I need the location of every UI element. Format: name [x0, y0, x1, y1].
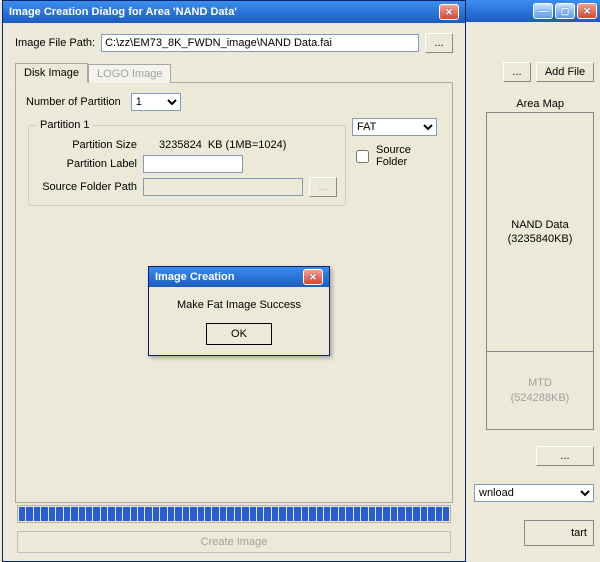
- partition-size-unit: KB (1MB=1024): [208, 139, 287, 151]
- tabs: Disk Image LOGO Image: [15, 63, 453, 83]
- area-map-label: Area Map: [516, 98, 564, 110]
- dialog-title: Image Creation Dialog for Area 'NAND Dat…: [9, 6, 435, 18]
- source-folder-browse-button: ...: [309, 177, 337, 197]
- area-map: NAND Data (3235840KB) MTD (524288KB): [486, 112, 594, 430]
- source-folder-checkbox-text: Source Folder: [376, 144, 442, 168]
- file-path-browse-button[interactable]: ...: [425, 33, 453, 53]
- area-seg2-size: (524288KB): [511, 392, 570, 404]
- partition-1-legend: Partition 1: [37, 119, 93, 131]
- source-folder-checkbox[interactable]: [356, 150, 369, 163]
- parent-dots-button[interactable]: ...: [536, 446, 594, 466]
- partition-label-input[interactable]: [143, 155, 243, 173]
- filesystem-select[interactable]: FAT: [352, 118, 437, 136]
- message-body-text: Make Fat Image Success: [159, 299, 319, 311]
- message-titlebar: Image Creation ✕: [149, 267, 329, 287]
- dialog-close-icon[interactable]: ✕: [439, 4, 459, 20]
- source-folder-path-label: Source Folder Path: [37, 181, 137, 193]
- message-dialog: Image Creation ✕ Make Fat Image Success …: [148, 266, 330, 356]
- area-seg1-size: (3235840KB): [508, 233, 573, 245]
- close-icon[interactable]: ✕: [577, 3, 597, 19]
- num-partition-label: Number of Partition: [26, 96, 121, 108]
- download-select[interactable]: wnload: [474, 484, 594, 502]
- area-map-segment-nand[interactable]: NAND Data (3235840KB): [487, 113, 593, 352]
- num-partition-select[interactable]: 1: [131, 93, 181, 111]
- maximize-icon[interactable]: ▢: [555, 3, 575, 19]
- partition-label-label: Partition Label: [37, 158, 137, 170]
- area-seg2-name: MTD: [528, 377, 552, 389]
- area-seg1-name: NAND Data: [511, 219, 568, 231]
- ok-button[interactable]: OK: [206, 323, 272, 345]
- file-path-input[interactable]: [101, 34, 419, 52]
- tab-disk-image[interactable]: Disk Image: [15, 63, 88, 83]
- start-button[interactable]: tart: [524, 520, 594, 546]
- partition-size-value: 3235824: [143, 139, 202, 151]
- source-folder-checkbox-label[interactable]: Source Folder: [352, 144, 442, 168]
- message-title: Image Creation: [155, 271, 299, 283]
- partition-size-label: Partition Size: [37, 139, 137, 151]
- parent-toolbar: ... Add File: [503, 62, 594, 82]
- add-file-button[interactable]: Add File: [536, 62, 594, 82]
- source-folder-path-input: [143, 178, 303, 196]
- area-map-segment-mtd[interactable]: MTD (524288KB): [487, 352, 593, 429]
- message-close-icon[interactable]: ✕: [303, 269, 323, 285]
- dialog-titlebar: Image Creation Dialog for Area 'NAND Dat…: [3, 1, 465, 23]
- minimize-icon[interactable]: —: [533, 3, 553, 19]
- progress-bar: [17, 505, 451, 523]
- tab-logo-image[interactable]: LOGO Image: [88, 64, 171, 83]
- create-image-button: Create Image: [17, 531, 451, 553]
- partition-1-group: Partition 1 Partition Size 3235824 KB (1…: [28, 119, 346, 206]
- file-path-label: Image File Path:: [15, 37, 95, 49]
- parent-browse-button[interactable]: ...: [503, 62, 531, 82]
